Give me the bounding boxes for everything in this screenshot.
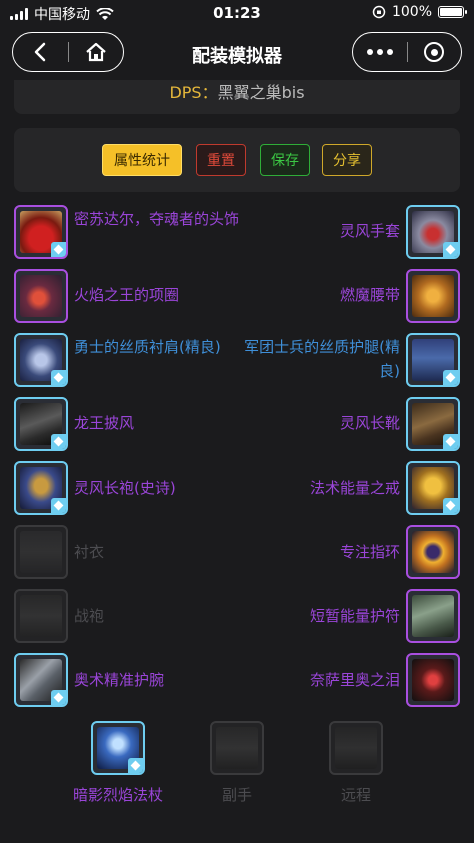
- slot-ranged-name[interactable]: 远程: [296, 784, 416, 805]
- share-button[interactable]: 分享: [322, 144, 372, 176]
- gem-badge-icon: [443, 434, 458, 449]
- battery-icon: [438, 6, 467, 18]
- slot-feet-name[interactable]: 灵风长靴: [230, 411, 400, 435]
- slot-finger-1[interactable]: [406, 461, 460, 515]
- slot-shoulder-name[interactable]: 勇士的丝质衬肩(精良): [74, 335, 244, 359]
- dps-label: DPS：: [169, 83, 218, 102]
- tabard-icon: [20, 595, 62, 637]
- slot-wrist-name[interactable]: 奥术精准护腕: [74, 668, 244, 692]
- slot-trinket-2[interactable]: [406, 653, 460, 707]
- more-button[interactable]: [353, 32, 407, 72]
- slot-feet[interactable]: [406, 397, 460, 451]
- ring-icon: [412, 531, 454, 573]
- trinket-icon: [412, 595, 454, 637]
- slot-main-hand-name[interactable]: 暗影烈焰法杖: [58, 784, 178, 805]
- slot-shirt[interactable]: [14, 525, 68, 579]
- slot-off-hand-name[interactable]: 副手: [177, 784, 297, 805]
- slot-main-hand[interactable]: [91, 721, 145, 775]
- gem-badge-icon: [51, 370, 66, 385]
- slot-back-name[interactable]: 龙王披风: [74, 411, 244, 435]
- gem-badge-icon: [443, 498, 458, 513]
- slot-hands-name[interactable]: 灵风手套: [230, 219, 400, 243]
- navigation-bar: 配装模拟器: [0, 32, 474, 74]
- gem-badge-icon: [128, 758, 143, 773]
- slot-tabard-name[interactable]: 战袍: [74, 604, 244, 628]
- gem-badge-icon: [51, 690, 66, 705]
- battery-info: 100%: [372, 4, 467, 20]
- slot-tabard[interactable]: [14, 589, 68, 643]
- gem-badge-icon: [51, 242, 66, 257]
- slot-trinket-1[interactable]: [406, 589, 460, 643]
- nav-capsule-right: [352, 32, 462, 72]
- slot-shoulder[interactable]: [14, 333, 68, 387]
- bow-icon: [335, 727, 377, 769]
- belt-icon: [412, 275, 454, 317]
- dps-banner: DPS：黑翼之巢bis: [14, 80, 460, 114]
- slot-waist-name[interactable]: 燃魔腰带: [230, 283, 400, 307]
- slot-finger-1-name[interactable]: 法术能量之戒: [230, 476, 400, 500]
- shirt-icon: [20, 531, 62, 573]
- slot-head[interactable]: [14, 205, 68, 259]
- slot-ranged[interactable]: [329, 721, 383, 775]
- slot-chest-name[interactable]: 灵风长袍(史诗): [74, 476, 244, 500]
- shield-icon: [216, 727, 258, 769]
- more-dots-icon: [366, 49, 393, 55]
- dps-value: 黑翼之巢bis: [217, 83, 305, 102]
- close-miniapp-button[interactable]: [407, 32, 461, 72]
- slot-chest[interactable]: [14, 461, 68, 515]
- slot-neck[interactable]: [14, 269, 68, 323]
- slot-legs-name[interactable]: 军团士兵的丝质护腿(精良): [230, 335, 400, 383]
- slot-back[interactable]: [14, 397, 68, 451]
- slot-finger-2[interactable]: [406, 525, 460, 579]
- gem-badge-icon: [51, 434, 66, 449]
- slot-trinket-1-name[interactable]: 短暂能量护符: [230, 604, 400, 628]
- slot-wrist[interactable]: [14, 653, 68, 707]
- necklace-icon: [20, 275, 62, 317]
- action-panel: 属性统计 重置 保存 分享: [14, 128, 460, 192]
- slot-shirt-name[interactable]: 衬衣: [74, 540, 244, 564]
- gem-badge-icon: [443, 242, 458, 257]
- status-bar: 中国移动 01:23 100%: [0, 0, 474, 26]
- slot-trinket-2-name[interactable]: 奈萨里奥之泪: [230, 668, 400, 692]
- slot-finger-2-name[interactable]: 专注指环: [230, 540, 400, 564]
- save-button[interactable]: 保存: [260, 144, 310, 176]
- orientation-lock-icon: [372, 5, 386, 19]
- gem-badge-icon: [51, 498, 66, 513]
- gem-badge-icon: [443, 370, 458, 385]
- slot-off-hand[interactable]: [210, 721, 264, 775]
- slot-hands[interactable]: [406, 205, 460, 259]
- slot-neck-name[interactable]: 火焰之王的项圈: [74, 283, 244, 307]
- reset-button[interactable]: 重置: [196, 144, 246, 176]
- slot-legs[interactable]: [406, 333, 460, 387]
- battery-percent: 100%: [391, 4, 432, 20]
- slot-waist[interactable]: [406, 269, 460, 323]
- close-target-icon: [424, 42, 445, 62]
- trinket-icon: [412, 659, 454, 701]
- slot-head-name[interactable]: 密苏达尔，夺魂者的头饰: [74, 207, 244, 231]
- stats-button[interactable]: 属性统计: [102, 144, 182, 176]
